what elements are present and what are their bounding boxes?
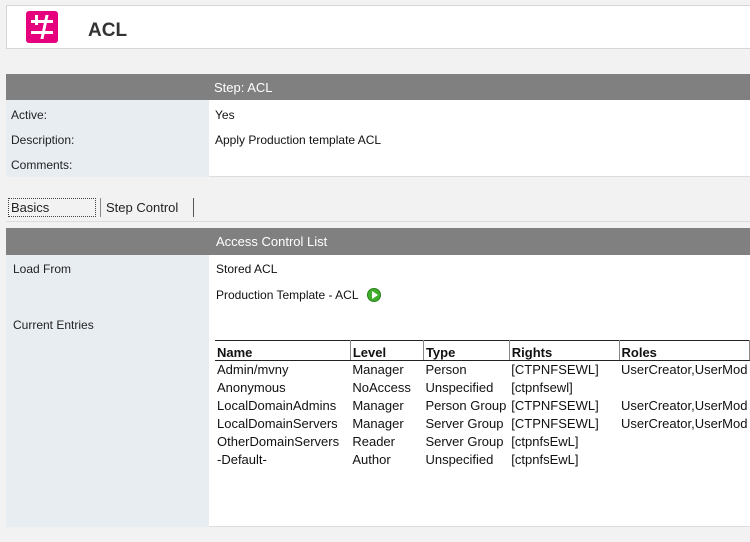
- step-panel-header: Step: ACL: [6, 74, 750, 100]
- cell-level: Manager: [352, 416, 404, 431]
- table-row[interactable]: Admin/mvny Manager Person [CTPNFSEWL] Us…: [215, 361, 750, 379]
- acl-entries-table: Name Level Type Rights Roles Admin/mvny …: [215, 340, 750, 469]
- cell-roles: [619, 433, 749, 451]
- page-title: ACL: [88, 20, 128, 41]
- cell-type: Unspecified: [425, 452, 494, 467]
- cell-rights: [CTPNFSEWL]: [511, 398, 599, 413]
- comments-label: Comments:: [11, 158, 73, 172]
- cell-name: Admin/mvny: [217, 362, 289, 378]
- cell-type: Server Group: [425, 434, 504, 449]
- column-header-name[interactable]: Name: [215, 340, 351, 361]
- acl-labels-column: [6, 255, 209, 527]
- app-logo-icon: [26, 11, 58, 43]
- step-panel: Step: ACL Active: Yes Description: Apply…: [6, 74, 750, 177]
- cell-roles: [619, 379, 749, 397]
- table-row[interactable]: Anonymous NoAccess Unspecified [ctpnfsew…: [215, 379, 750, 397]
- table-row[interactable]: LocalDomainServers Manager Server Group …: [215, 415, 750, 433]
- description-label: Description:: [11, 133, 75, 147]
- cell-type: Person Group: [425, 398, 507, 413]
- cell-roles: UserCreator,UserMod: [621, 416, 748, 431]
- cell-level: Manager: [352, 362, 404, 378]
- acl-panel-header: Access Control List: [6, 228, 750, 255]
- cell-level: Author: [352, 452, 391, 467]
- column-header-level[interactable]: Level: [350, 340, 424, 361]
- cell-name: -Default-: [217, 452, 267, 467]
- cell-level: Reader: [352, 434, 395, 449]
- column-header-type[interactable]: Type: [423, 340, 510, 361]
- cell-rights: [CTPNFSEWL]: [511, 416, 599, 431]
- cell-type: Server Group: [425, 416, 504, 431]
- table-header-row: Name Level Type Rights Roles: [215, 340, 750, 361]
- description-value: Apply Production template ACL: [215, 133, 382, 147]
- cell-roles: [619, 451, 749, 469]
- cell-type: Person: [425, 362, 467, 378]
- cell-roles: UserCreator,UserMod: [621, 398, 748, 413]
- tab-step-control[interactable]: Step Control: [100, 198, 194, 217]
- cell-level: Manager: [352, 398, 404, 413]
- cell-name: OtherDomainServers: [217, 434, 340, 449]
- cell-rights: [ctpnfsewl]: [511, 380, 573, 395]
- step-header-label: Step: ACL: [214, 80, 273, 95]
- active-value: Yes: [215, 108, 235, 122]
- cell-rights: [CTPNFSEWL]: [511, 362, 599, 378]
- current-entries-label: Current Entries: [13, 318, 94, 332]
- run-icon[interactable]: [367, 288, 381, 302]
- cell-roles: UserCreator,UserMod: [621, 362, 748, 378]
- table-row[interactable]: OtherDomainServers Reader Server Group […: [215, 433, 750, 451]
- tabs-divider: [6, 221, 750, 222]
- cell-name: LocalDomainAdmins: [217, 398, 337, 413]
- app-header: ACL: [6, 5, 750, 49]
- load-from-value: Stored ACL: [216, 262, 278, 276]
- cell-name: LocalDomainServers: [217, 416, 338, 431]
- acl-header-label: Access Control List: [216, 234, 328, 249]
- load-from-label: Load From: [13, 262, 72, 276]
- template-name-link[interactable]: Production Template - ACL: [216, 288, 359, 302]
- tab-basics[interactable]: Basics: [8, 198, 96, 217]
- table-row[interactable]: LocalDomainAdmins Manager Person Group […: [215, 397, 750, 415]
- column-header-rights[interactable]: Rights: [509, 340, 620, 361]
- active-label: Active:: [11, 108, 48, 122]
- column-header-roles[interactable]: Roles: [619, 340, 750, 361]
- table-row[interactable]: -Default- Author Unspecified [ctpnfsEwL]: [215, 451, 750, 469]
- cell-level: NoAccess: [352, 380, 411, 395]
- cell-rights: [ctpnfsEwL]: [511, 452, 579, 467]
- cell-type: Unspecified: [425, 380, 494, 395]
- cell-name: Anonymous: [217, 380, 286, 395]
- cell-rights: [ctpnfsEwL]: [511, 434, 579, 449]
